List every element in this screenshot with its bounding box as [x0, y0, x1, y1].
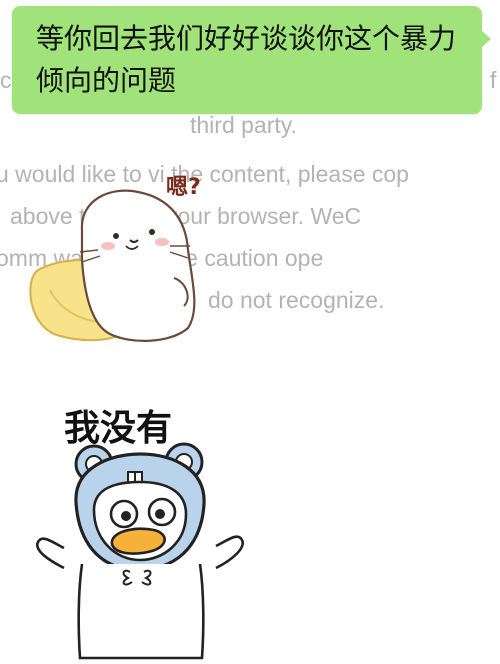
notice-line-1-right: f [490, 67, 497, 93]
seal-body [80, 189, 196, 342]
bear-hood-duck-sticker[interactable]: 我没有 [24, 392, 254, 660]
chat-message-bubble[interactable]: 等你回去我们好好谈谈你这个暴力倾向的问题 [12, 6, 491, 114]
seal-sticker[interactable]: 嗯? [20, 160, 230, 350]
seal-caption: 嗯? [166, 175, 201, 200]
notice-line-6: do not recognize. [208, 287, 385, 313]
notice-line-1-left: c [0, 67, 12, 93]
chat-message-text: 等你回去我们好好谈谈你这个暴力倾向的问题 [36, 22, 457, 97]
bubble-tail [481, 30, 491, 48]
duck-beak [110, 527, 166, 555]
duck-caption: 我没有 [64, 408, 172, 449]
